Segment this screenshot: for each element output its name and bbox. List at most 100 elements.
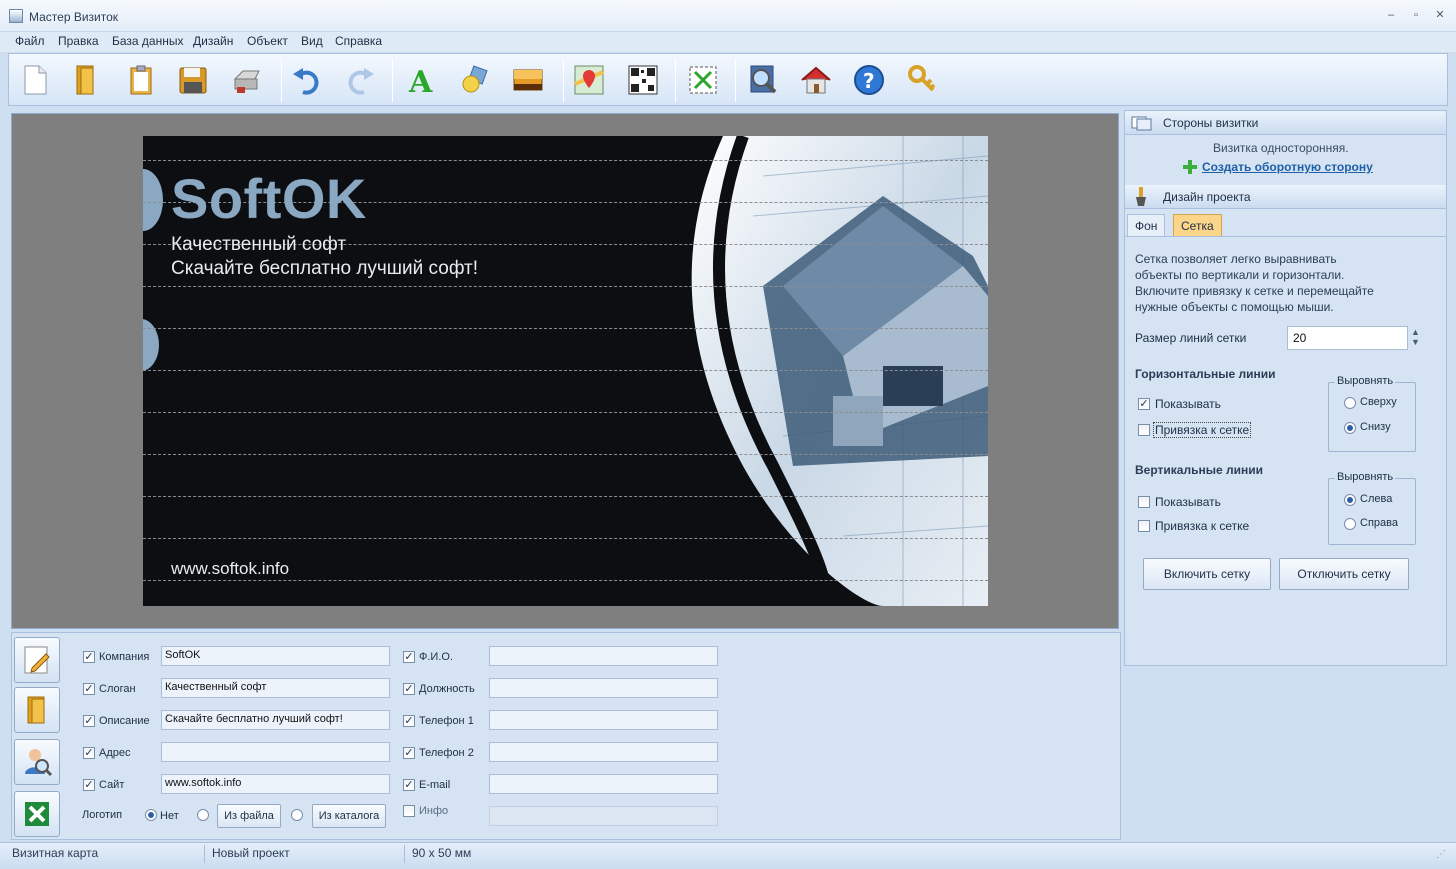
vertical-snap-checkbox[interactable]: [1138, 520, 1150, 532]
horizontal-show-checkbox[interactable]: ✓: [1138, 398, 1150, 410]
site-input[interactable]: www.softok.info: [161, 774, 390, 794]
phone2-input[interactable]: [489, 742, 718, 762]
slogan-checkbox[interactable]: ✓: [83, 683, 95, 695]
slogan-input[interactable]: Качественный софт: [161, 678, 390, 698]
email-input[interactable]: [489, 774, 718, 794]
open-folder-icon[interactable]: [66, 60, 106, 100]
map-icon[interactable]: [569, 60, 609, 100]
company-checkbox[interactable]: ✓: [83, 651, 95, 663]
sides-section-header[interactable]: Стороны визитки: [1125, 111, 1446, 135]
menu-view[interactable]: Вид: [301, 34, 323, 48]
sides-status-text: Визитка односторонняя.: [1213, 141, 1349, 155]
position-input[interactable]: [489, 678, 718, 698]
fit-expand-icon[interactable]: [683, 60, 723, 100]
logo-from-file-button[interactable]: Из файла: [217, 804, 281, 828]
description-checkbox[interactable]: ✓: [83, 715, 95, 727]
undo-icon[interactable]: [287, 60, 327, 100]
slogan-label: Слоган: [99, 683, 136, 695]
fio-checkbox[interactable]: ✓: [403, 651, 415, 663]
logo-none-radio[interactable]: [145, 809, 157, 821]
align-bottom-radio[interactable]: [1344, 422, 1356, 434]
grid-size-spinner[interactable]: ▲ ▼: [1411, 327, 1420, 347]
design-section-header[interactable]: Дизайн проекта: [1125, 185, 1446, 209]
menu-design[interactable]: Дизайн: [193, 34, 233, 48]
company-input[interactable]: SoftOK: [161, 646, 390, 666]
image-icon[interactable]: [508, 60, 548, 100]
grid-info-line: объекты по вертикали и горизонтали.: [1135, 268, 1345, 282]
shapes-icon[interactable]: [455, 60, 495, 100]
phone1-checkbox[interactable]: ✓: [403, 715, 415, 727]
address-checkbox[interactable]: ✓: [83, 747, 95, 759]
menu-database[interactable]: База данных: [112, 34, 183, 48]
resize-grip-icon[interactable]: ⋰: [1436, 849, 1446, 860]
tab-grid[interactable]: Сетка: [1173, 214, 1222, 237]
excel-icon: [25, 802, 49, 826]
vertical-show-checkbox[interactable]: [1138, 496, 1150, 508]
redo-icon[interactable]: [340, 60, 380, 100]
description-label: Описание: [99, 715, 150, 727]
fio-input[interactable]: [489, 646, 718, 666]
phone2-checkbox[interactable]: ✓: [403, 747, 415, 759]
menu-bar: Файл Правка База данных Дизайн Объект Ви…: [0, 32, 1456, 52]
help-icon[interactable]: ?: [849, 60, 889, 100]
disable-grid-button[interactable]: Отключить сетку: [1279, 558, 1409, 590]
home-icon[interactable]: [796, 60, 836, 100]
card-site-text[interactable]: www.softok.info: [171, 559, 289, 579]
position-checkbox[interactable]: ✓: [403, 683, 415, 695]
grid-info-line: нужные объекты с помощью мыши.: [1135, 300, 1334, 314]
minimize-button[interactable]: –: [1383, 8, 1399, 22]
grid-info-text: Сетка позволяет легко выравнивать объект…: [1135, 251, 1435, 315]
save-disk-icon[interactable]: [173, 60, 213, 100]
card-description-text[interactable]: Скачайте бесплатно лучший софт!: [171, 258, 478, 280]
enable-grid-button[interactable]: Включить сетку: [1143, 558, 1271, 590]
business-card-preview[interactable]: SoftOK Качественный софт Скачайте беспла…: [143, 136, 988, 606]
phone1-input[interactable]: [489, 710, 718, 730]
info-checkbox[interactable]: [403, 805, 415, 817]
logo-catalog-radio[interactable]: [291, 809, 303, 821]
find-person-button[interactable]: [14, 739, 60, 785]
edit-fields-button[interactable]: [14, 637, 60, 683]
close-button[interactable]: ✕: [1432, 8, 1448, 22]
align-left-radio[interactable]: [1344, 494, 1356, 506]
export-excel-button[interactable]: [14, 791, 60, 837]
phone1-label: Телефон 1: [419, 715, 474, 727]
address-input[interactable]: [161, 742, 390, 762]
align-left-label: Слева: [1360, 493, 1393, 505]
card-company-text[interactable]: SoftOK: [171, 166, 367, 231]
create-back-side-link[interactable]: Создать оборотную сторону: [1202, 160, 1373, 174]
email-checkbox[interactable]: ✓: [403, 779, 415, 791]
printer-icon[interactable]: [227, 60, 267, 100]
menu-help[interactable]: Справка: [335, 34, 382, 48]
clipboard-icon[interactable]: [121, 60, 161, 100]
horizontal-lines-title: Горизонтальные линии: [1135, 367, 1276, 381]
tab-background[interactable]: Фон: [1127, 214, 1166, 237]
new-document-icon[interactable]: [15, 60, 55, 100]
menu-file[interactable]: Файл: [15, 34, 45, 48]
horizontal-snap-checkbox[interactable]: [1138, 424, 1150, 436]
grid-size-input[interactable]: 20: [1287, 326, 1408, 350]
text-icon[interactable]: A: [402, 60, 442, 100]
card-slogan-text[interactable]: Качественный софт: [171, 234, 346, 256]
align-right-radio[interactable]: [1344, 518, 1356, 530]
maximize-button[interactable]: ▫: [1408, 8, 1424, 22]
keys-icon[interactable]: [903, 60, 943, 100]
description-input[interactable]: Скачайте бесплатно лучший софт!: [161, 710, 390, 730]
info-input[interactable]: [489, 806, 718, 826]
align-top-radio[interactable]: [1344, 397, 1356, 409]
site-label: Сайт: [99, 779, 125, 791]
zoom-search-icon[interactable]: [743, 60, 783, 100]
qr-code-icon[interactable]: [623, 60, 663, 100]
logo-file-radio[interactable]: [197, 809, 209, 821]
grid-info-line: Сетка позволяет легко выравнивать: [1135, 252, 1337, 266]
vertical-snap-label: Привязка к сетке: [1155, 519, 1250, 533]
menu-edit[interactable]: Правка: [58, 34, 99, 48]
vertical-align-title: Выровнять: [1335, 471, 1396, 483]
horizontal-align-group: Выровнять: [1328, 375, 1416, 452]
align-right-label: Справа: [1360, 517, 1398, 529]
menu-object[interactable]: Объект: [247, 34, 288, 48]
site-checkbox[interactable]: ✓: [83, 779, 95, 791]
logo-from-catalog-button[interactable]: Из каталога: [312, 804, 386, 828]
open-database-button[interactable]: [14, 687, 60, 733]
canvas-area[interactable]: SoftOK Качественный софт Скачайте беспла…: [11, 113, 1119, 629]
brush-icon: [1136, 187, 1146, 206]
